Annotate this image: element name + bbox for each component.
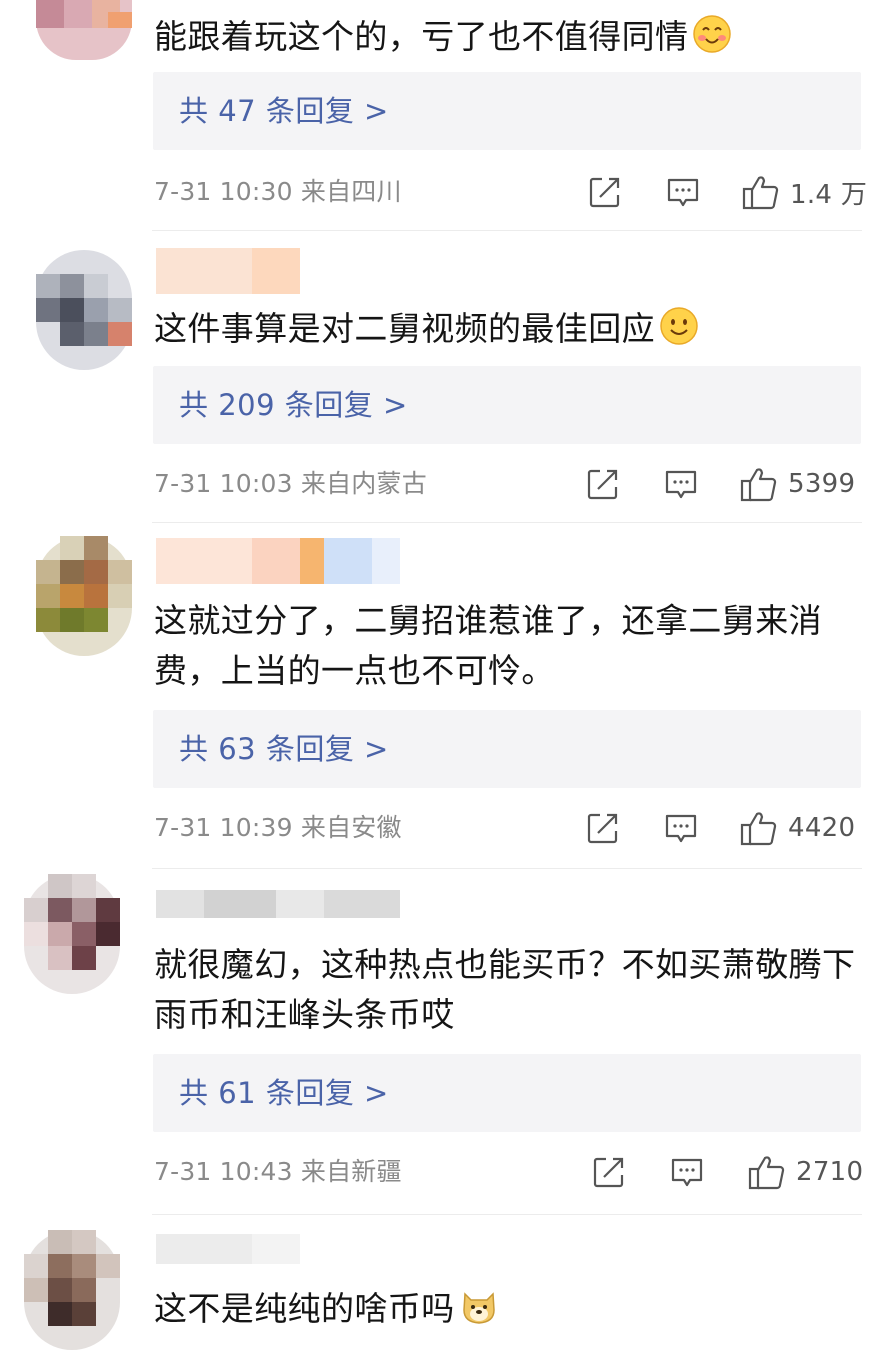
- like-count: 5399: [788, 469, 856, 499]
- share-icon: [587, 813, 618, 844]
- avatar[interactable]: [12, 1230, 120, 1350]
- avatar[interactable]: [24, 0, 132, 60]
- comment-item: 这就过分了，二舅招谁惹谁了，还拿二舅来消费，上当的一点也不可怜。 共 63 条回…: [0, 524, 882, 870]
- username-blurred[interactable]: [156, 890, 400, 918]
- comment-location: 来自四川: [300, 177, 402, 206]
- comment-meta: 7-31 10:30 来自四川: [154, 172, 402, 212]
- replies-count[interactable]: 共 209 条回复 >: [179, 386, 408, 424]
- share-button[interactable]: [586, 464, 620, 504]
- username-blurred[interactable]: [156, 1234, 300, 1264]
- like-button[interactable]: 5399: [740, 464, 855, 504]
- comment-text: 这不是纯纯的啥币吗: [154, 1284, 866, 1340]
- comment-button[interactable]: [666, 172, 700, 212]
- username-blurred[interactable]: [156, 538, 400, 584]
- comment-text: 能跟着玩这个的，亏了也不值得同情: [154, 12, 866, 68]
- like-count: 4420: [788, 813, 856, 843]
- comment-location: 来自安徽: [300, 813, 402, 842]
- thumbs-up-icon: [742, 176, 779, 210]
- comment-meta: 7-31 10:39 来自安徽: [154, 808, 402, 848]
- replies-count[interactable]: 共 63 条回复 >: [179, 730, 389, 768]
- like-count: 2710: [796, 1157, 864, 1187]
- comment-time: 7-31 10:39: [154, 813, 293, 842]
- thumbs-up-icon: [740, 812, 777, 846]
- replies-link[interactable]: 共 61 条回复 >: [153, 1054, 861, 1132]
- like-button[interactable]: 1.4 万: [742, 172, 867, 212]
- like-button[interactable]: 4420: [740, 808, 855, 848]
- replies-link[interactable]: 共 47 条回复 >: [153, 72, 861, 150]
- comment-text: 就很魔幻，这种热点也能买币？不如买萧敬腾下雨币和汪峰头条币哎: [154, 945, 856, 1034]
- comment-icon: [667, 178, 699, 207]
- replies-link[interactable]: 共 63 条回复 >: [153, 710, 861, 788]
- divider: [152, 868, 862, 869]
- comment-button[interactable]: [670, 1152, 704, 1192]
- comment-text: 这就过分了，二舅招谁惹谁了，还拿二舅来消费，上当的一点也不可怜。: [154, 601, 822, 690]
- comment-button[interactable]: [664, 464, 698, 504]
- share-icon: [587, 469, 618, 500]
- like-button[interactable]: 2710: [748, 1152, 863, 1192]
- comment-time: 7-31 10:43: [154, 1157, 293, 1186]
- comment-icon: [665, 814, 697, 843]
- share-button[interactable]: [592, 1152, 626, 1192]
- comment-item: 这不是纯纯的啥币吗: [0, 1216, 882, 1350]
- share-button[interactable]: [588, 172, 622, 212]
- username-blurred[interactable]: [156, 248, 300, 294]
- comment-location: 来自新疆: [300, 1157, 402, 1186]
- replies-count[interactable]: 共 47 条回复 >: [179, 92, 389, 130]
- share-icon: [589, 177, 620, 208]
- comment-time: 7-31 10:03: [154, 469, 293, 498]
- comment-icon: [665, 470, 697, 499]
- comment-location: 来自内蒙古: [300, 469, 427, 498]
- blush-emoji-icon: [692, 14, 732, 68]
- divider: [152, 522, 862, 523]
- avatar[interactable]: [24, 250, 132, 370]
- comment-time: 7-31 10:30: [154, 177, 293, 206]
- comment-text: 这件事算是对二舅视频的最佳回应: [154, 304, 866, 360]
- replies-count[interactable]: 共 61 条回复 >: [179, 1074, 389, 1112]
- thumbs-up-icon: [740, 468, 777, 502]
- comment-meta: 7-31 10:03 来自内蒙古: [154, 464, 427, 504]
- thumbs-up-icon: [748, 1156, 785, 1190]
- comment-button[interactable]: [664, 808, 698, 848]
- avatar[interactable]: [24, 536, 132, 656]
- comment-item: 这件事算是对二舅视频的最佳回应 共 209 条回复 > 7-31 10:03 来…: [0, 232, 882, 524]
- smile-emoji-icon: [659, 306, 699, 360]
- divider: [152, 230, 862, 231]
- divider: [152, 1214, 862, 1215]
- doge-emoji-icon: [459, 1286, 499, 1340]
- avatar[interactable]: [12, 874, 120, 994]
- comment-icon: [671, 1158, 703, 1187]
- comment-item: 能跟着玩这个的，亏了也不值得同情 共 47 条回复 > 7-31 10:30 来…: [0, 0, 882, 232]
- like-count: 1.4 万: [790, 179, 868, 210]
- share-icon: [593, 1157, 624, 1188]
- share-button[interactable]: [586, 808, 620, 848]
- comment-meta: 7-31 10:43 来自新疆: [154, 1152, 402, 1192]
- comment-item: 就很魔幻，这种热点也能买币？不如买萧敬腾下雨币和汪峰头条币哎 共 61 条回复 …: [0, 870, 882, 1216]
- replies-link[interactable]: 共 209 条回复 >: [153, 366, 861, 444]
